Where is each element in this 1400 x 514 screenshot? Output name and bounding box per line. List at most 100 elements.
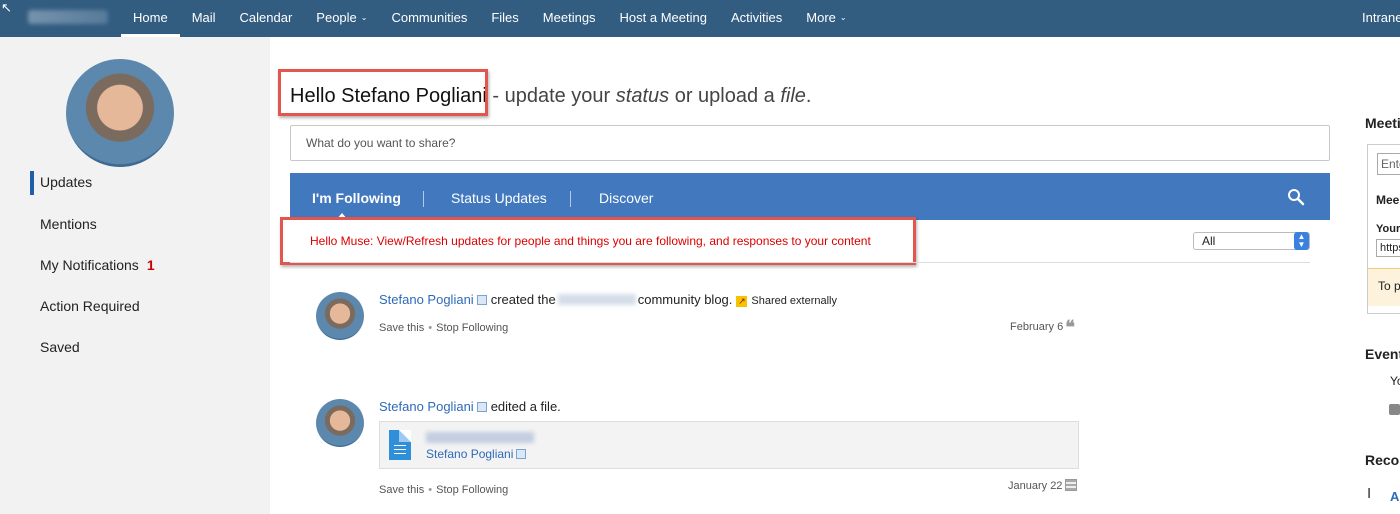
file-owner-link[interactable]: Stefano Pogliani bbox=[426, 447, 513, 461]
post-summary: Stefano Pogliani created the community blo… bbox=[379, 292, 837, 307]
tab-status-updates[interactable]: Status Updates bbox=[451, 173, 547, 220]
chevron-down-icon: ⌄ bbox=[360, 13, 368, 22]
post-avatar[interactable] bbox=[316, 399, 364, 447]
nav-people-label: People bbox=[316, 10, 357, 25]
save-this-link[interactable]: Save this bbox=[379, 322, 424, 334]
file-link[interactable]: file bbox=[780, 85, 806, 107]
left-sidebar: Updates Mentions My Notifications 1 Actio… bbox=[0, 37, 270, 514]
your-meeting-label: Your bbox=[1376, 223, 1400, 235]
file-attachment-card[interactable]: Stefano Pogliani bbox=[379, 421, 1079, 469]
business-card-icon[interactable] bbox=[476, 402, 487, 412]
info-message: Hello Muse: View/Refresh updates for peo… bbox=[310, 234, 871, 248]
active-indicator bbox=[30, 171, 34, 195]
post-action-text: edited a file. bbox=[490, 399, 561, 414]
nav-activities-label: Activities bbox=[730, 10, 783, 25]
annotation-highlight-box bbox=[278, 69, 488, 116]
greeting-separator: - bbox=[486, 85, 505, 107]
org-logo[interactable] bbox=[28, 10, 108, 24]
meeting-label: Mee bbox=[1376, 193, 1400, 207]
post-date-text: February 6 bbox=[1010, 321, 1064, 333]
tab-discover[interactable]: Discover bbox=[599, 173, 653, 220]
select-arrows-icon: ▲ ▼ bbox=[1294, 232, 1309, 250]
post-avatar[interactable] bbox=[316, 292, 364, 340]
meeting-url-field[interactable]: https bbox=[1376, 239, 1400, 257]
sidebar-item-label: Updates bbox=[40, 174, 93, 190]
nav-meetings-label: Meetings bbox=[542, 10, 596, 25]
stop-following-link[interactable]: Stop Following bbox=[436, 484, 508, 496]
file-title-link[interactable] bbox=[426, 432, 534, 443]
post-actions: Save this • Stop Following bbox=[379, 484, 508, 496]
nav-host-meeting-label: Host a Meeting bbox=[619, 10, 707, 25]
post-action-text: community blog. bbox=[637, 292, 733, 307]
post-summary: Stefano Pogliani edited a file. bbox=[379, 399, 561, 414]
sidebar-item-action-required[interactable]: Action Required bbox=[40, 298, 140, 314]
share-input[interactable]: What do you want to share? bbox=[290, 125, 1330, 161]
tab-im-following[interactable]: I'm Following bbox=[312, 173, 401, 220]
greeting-middle: or upload a bbox=[669, 85, 781, 107]
events-heading: Event bbox=[1365, 346, 1400, 362]
post-action-text: created the bbox=[490, 292, 556, 307]
quote-icon[interactable]: ❝ bbox=[1065, 317, 1075, 337]
author-link[interactable]: Stefano Pogliani bbox=[379, 292, 474, 307]
community-link[interactable] bbox=[557, 294, 636, 305]
nav-home[interactable]: Home bbox=[121, 0, 180, 37]
meeting-warning: To p bbox=[1368, 268, 1400, 306]
tab-divider bbox=[423, 191, 424, 207]
document-lines bbox=[394, 442, 406, 454]
list-icon[interactable] bbox=[1065, 479, 1078, 491]
post-actions: Save this • Stop Following bbox=[379, 322, 508, 334]
document-icon bbox=[389, 430, 411, 460]
nav-calendar[interactable]: Calendar bbox=[228, 0, 305, 37]
tab-divider bbox=[570, 191, 571, 207]
shared-externally-icon: ↗ bbox=[736, 296, 748, 307]
nav-mail-label: Mail bbox=[191, 10, 216, 25]
nav-mail[interactable]: Mail bbox=[180, 0, 228, 37]
sidebar-item-updates[interactable]: Updates bbox=[40, 174, 92, 190]
nav-people[interactable]: People ⌄ bbox=[304, 0, 379, 37]
post-date: February 6 ❝ bbox=[1010, 317, 1075, 338]
stop-following-link[interactable]: Stop Following bbox=[436, 322, 508, 334]
main-nav: Home Mail Calendar People ⌄ Communities F… bbox=[121, 0, 859, 37]
business-card-icon[interactable] bbox=[476, 295, 487, 305]
file-owner: Stefano Pogliani bbox=[426, 447, 530, 461]
intranet-link[interactable]: Intranet bbox=[1362, 0, 1400, 35]
sidebar-item-notifications[interactable]: My Notifications 1 bbox=[40, 257, 155, 273]
sidebar-item-label: Mentions bbox=[40, 216, 97, 232]
sidebar-item-label: My Notifications bbox=[40, 257, 139, 273]
sidebar-item-mentions[interactable]: Mentions bbox=[40, 216, 97, 232]
nav-files[interactable]: Files bbox=[479, 0, 530, 37]
nav-meetings[interactable]: Meetings bbox=[531, 0, 608, 37]
search-icon[interactable] bbox=[1287, 188, 1305, 206]
status-link[interactable]: status bbox=[616, 85, 669, 107]
recommendation-link[interactable]: Ap bbox=[1390, 489, 1400, 504]
separator-dot: • bbox=[428, 484, 433, 496]
profile-avatar[interactable] bbox=[66, 59, 174, 167]
nav-more[interactable]: More ⌄ bbox=[794, 0, 858, 37]
sidebar-item-saved[interactable]: Saved bbox=[40, 339, 80, 355]
stream-filter-select[interactable]: All ▲ ▼ bbox=[1193, 232, 1310, 250]
business-card-icon[interactable] bbox=[516, 449, 527, 459]
meeting-id-input[interactable]: Ente bbox=[1377, 153, 1400, 175]
nav-communities-label: Communities bbox=[391, 10, 468, 25]
stream-tabs: I'm Following Status Updates Discover bbox=[290, 173, 1330, 220]
nav-host-meeting[interactable]: Host a Meeting bbox=[608, 0, 719, 37]
filter-selected-value: All bbox=[1202, 234, 1216, 248]
sidebar-item-label: Saved bbox=[40, 339, 80, 355]
rss-feed-icon[interactable] bbox=[1389, 404, 1400, 415]
post-date-text: January 22 bbox=[1008, 480, 1063, 492]
shared-externally-label: Shared externally bbox=[751, 295, 837, 307]
mouse-cursor-icon: ↖ bbox=[1, 0, 12, 15]
divider bbox=[290, 262, 1310, 263]
save-this-link[interactable]: Save this bbox=[379, 484, 424, 496]
nav-activities[interactable]: Activities bbox=[719, 0, 794, 37]
greeting-prefix: update your bbox=[504, 85, 616, 107]
nav-calendar-label: Calendar bbox=[239, 10, 293, 25]
nav-files-label: Files bbox=[491, 10, 519, 25]
meetings-panel: Ente Mee Your https To p bbox=[1367, 144, 1400, 314]
separator-dot: • bbox=[428, 322, 433, 334]
nav-home-label: Home bbox=[133, 10, 168, 25]
author-link[interactable]: Stefano Pogliani bbox=[379, 399, 474, 414]
notification-count-badge: 1 bbox=[146, 257, 155, 273]
nav-communities[interactable]: Communities bbox=[379, 0, 479, 37]
greeting-suffix: . bbox=[805, 85, 812, 107]
